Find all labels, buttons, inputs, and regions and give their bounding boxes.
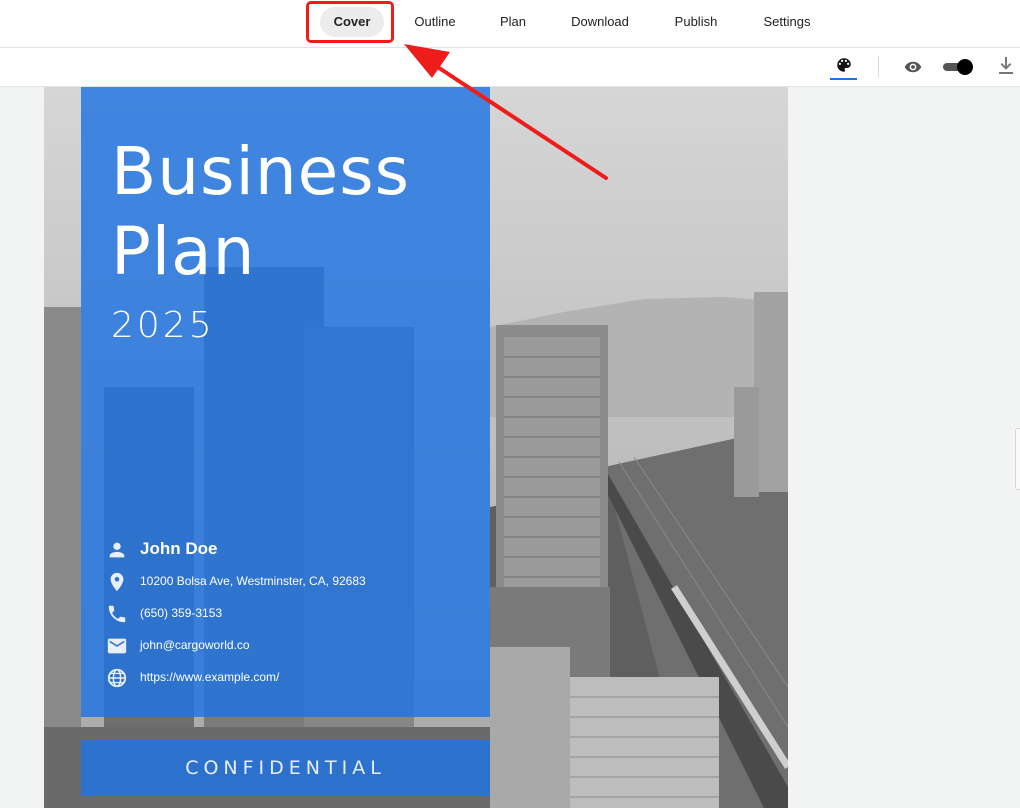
contact-email[interactable]: john@cargoworld.co <box>140 638 250 652</box>
cover-title[interactable]: Business Plan <box>111 132 471 292</box>
tab-plan[interactable]: Plan <box>490 7 536 37</box>
top-navigation: Cover Outline Plan Download Publish Sett… <box>0 0 1020 48</box>
cover-year[interactable]: 2025 <box>111 305 215 346</box>
toggle-switch-knob[interactable] <box>957 59 973 75</box>
side-panel-handle[interactable] <box>1015 428 1020 490</box>
mail-icon <box>106 635 128 657</box>
palette-active-indicator <box>830 78 857 80</box>
person-icon <box>106 539 128 561</box>
contact-name[interactable]: John Doe <box>140 539 217 559</box>
phone-icon <box>106 603 128 625</box>
tab-publish[interactable]: Publish <box>664 7 728 37</box>
contact-website[interactable]: https://www.example.com/ <box>140 670 279 684</box>
tab-settings[interactable]: Settings <box>752 7 822 37</box>
annotation-highlight-box <box>306 1 394 43</box>
toolbar-divider <box>878 56 879 78</box>
editor-toolbar <box>0 48 1020 87</box>
contact-address[interactable]: 10200 Bolsa Ave, Westminster, CA, 92683 <box>140 574 366 588</box>
palette-icon[interactable] <box>835 56 853 74</box>
location-pin-icon <box>106 571 128 593</box>
tab-outline[interactable]: Outline <box>404 7 466 37</box>
contact-phone[interactable]: (650) 359-3153 <box>140 606 222 620</box>
confidential-banner[interactable]: CONFIDENTIAL <box>81 740 490 796</box>
eye-icon[interactable] <box>903 58 923 76</box>
tab-download[interactable]: Download <box>560 7 640 37</box>
download-icon[interactable] <box>998 57 1014 75</box>
cover-page: Business Plan 2025 John Doe 10200 Bolsa … <box>44 87 788 808</box>
globe-icon <box>106 667 128 689</box>
